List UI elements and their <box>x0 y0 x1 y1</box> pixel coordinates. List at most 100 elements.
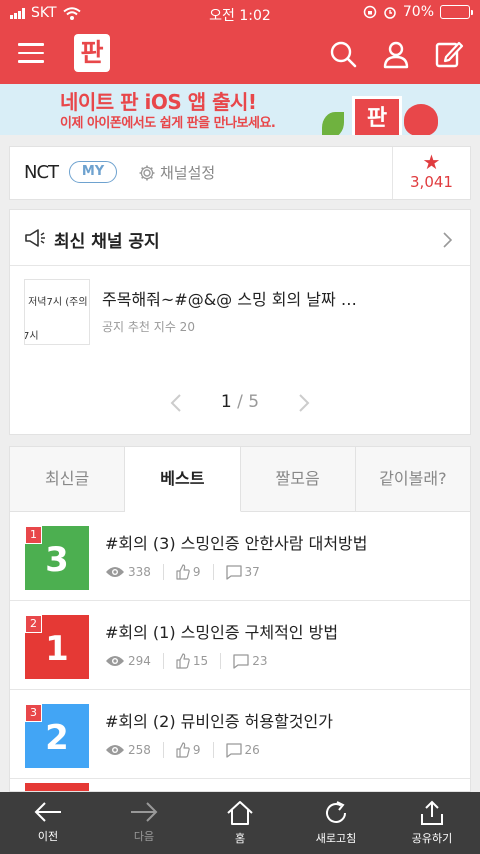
view-count: 294 <box>128 654 151 668</box>
post-title: #회의 (3) 스밍인증 안한사람 대처방법 <box>105 534 368 553</box>
notice-header[interactable]: 최신 채널 공지 <box>10 210 470 266</box>
like-count: 9 <box>192 743 201 757</box>
notice-title: 최신 채널 공지 <box>54 232 160 252</box>
channel-settings-button[interactable]: 채널설정 <box>138 162 215 183</box>
eye-icon <box>106 567 124 577</box>
notice-thumbnail: ) 저녁7시 (주의 7시 <box>24 279 90 345</box>
post-title: #회의 (1) 스밍인증 구체적인 방법 <box>105 623 339 642</box>
comment-stat: 37 <box>225 564 272 580</box>
post-stats: 338 9 37 <box>105 564 284 580</box>
comment-icon <box>225 564 242 580</box>
post-row[interactable]: 1 3 #회의 (3) 스밍인증 안한사람 대처방법 338 9 37 <box>10 512 470 601</box>
comment-icon <box>233 653 249 669</box>
ios-app-banner[interactable]: 네이트 판 iOS 앱 출시! 이제 아이폰에서도 쉽게 판을 만나보세요. 판 <box>0 84 480 135</box>
tab-best[interactable]: 베스트 <box>125 447 241 512</box>
my-badge[interactable]: MY <box>69 161 117 183</box>
post-tabs: 최신글 베스트 짤모음 같이볼래? <box>10 447 470 512</box>
view-count: 338 <box>128 565 151 579</box>
nav-row: 판 <box>0 26 480 84</box>
page-indicator: 1 / 5 <box>10 392 470 412</box>
status-right: 70% <box>363 4 473 20</box>
view-stat: 338 <box>105 564 164 580</box>
thumb-text-line2: 7시 <box>24 331 39 342</box>
search-icon[interactable] <box>328 39 358 69</box>
menu-icon[interactable] <box>18 43 44 63</box>
star-icon: ★ <box>422 150 441 174</box>
tab-latest[interactable]: 최신글 <box>10 447 126 512</box>
thumbs-up-icon <box>176 742 190 758</box>
thumbnail-number: 2 <box>45 718 69 758</box>
arrow-right-icon <box>131 802 158 822</box>
refresh-button[interactable]: 새로고침 <box>288 792 384 854</box>
comment-icon <box>225 742 242 758</box>
notice-item-title: 주목해줘~#@&@ 스밍 회의 날짜 … <box>102 290 357 309</box>
post-row[interactable]: 3 2 #회의 (2) 뮤비인증 허용할것인가 258 9 26 <box>10 690 470 779</box>
leaf-decoration <box>322 112 344 135</box>
share-icon <box>421 800 443 825</box>
forward-label: 다음 <box>133 830 155 843</box>
browser-toolbar: 이전 다음 홈 새로고침 공유하기 <box>0 792 480 854</box>
like-stat: 9 <box>176 564 214 580</box>
rank-badge: 1 <box>25 526 42 544</box>
arrow-left-icon <box>34 802 61 822</box>
tab-images[interactable]: 짤모음 <box>240 447 356 512</box>
app-header: SKT 오전 1:02 70% 판 <box>0 0 480 84</box>
like-count: 15 <box>192 654 209 668</box>
comment-count: 37 <box>244 565 260 579</box>
back-label: 이전 <box>37 830 59 843</box>
home-icon <box>227 801 253 825</box>
rank-badge: 2 <box>25 615 42 633</box>
notice-item-meta: 공지 추천 지수 20 <box>102 320 195 334</box>
rank-badge: 3 <box>25 704 42 722</box>
channel-name[interactable]: NCT <box>24 162 59 183</box>
post-thumbnail: 3 2 <box>25 704 89 768</box>
channel-card: NCT MY 채널설정 ★ 3,041 <box>9 146 471 200</box>
pann-logo[interactable]: 판 <box>74 34 110 72</box>
eye-icon <box>106 656 124 666</box>
comment-stat: 23 <box>233 653 279 669</box>
view-stat: 294 <box>105 653 164 669</box>
share-label: 공유하기 <box>411 832 453 845</box>
thumbnail-number: 3 <box>45 540 69 580</box>
post-thumbnail: 1 3 <box>25 526 89 590</box>
post-stats: 294 15 23 <box>105 653 291 669</box>
like-stat: 15 <box>176 653 222 669</box>
total-pages: / 5 <box>231 392 260 412</box>
post-row[interactable]: 2 1 #회의 (1) 스밍인증 구체적인 방법 294 15 23 <box>10 601 470 690</box>
post-thumbnail-partial <box>25 783 89 791</box>
favorite-button[interactable]: ★ 3,041 <box>392 147 470 199</box>
banner-title: 네이트 판 iOS 앱 출시! <box>60 90 257 114</box>
battery-icon <box>440 5 473 19</box>
rotation-lock-icon <box>363 5 377 19</box>
like-count: 9 <box>192 565 201 579</box>
share-button[interactable]: 공유하기 <box>384 792 480 854</box>
thumbs-up-icon <box>176 564 190 580</box>
alarm-icon <box>384 7 396 19</box>
thumbnail-number: 1 <box>45 629 69 669</box>
next-page-icon[interactable] <box>298 393 310 413</box>
notice-pager: 1 / 5 <box>10 390 470 414</box>
like-stat: 9 <box>176 742 214 758</box>
post-thumbnail: 2 1 <box>25 615 89 679</box>
banner-logo: 판 <box>352 96 402 135</box>
forward-button[interactable]: 다음 <box>96 792 192 854</box>
post-row-partial[interactable] <box>10 779 470 791</box>
tab-watch-together[interactable]: 같이볼래? <box>355 447 470 512</box>
status-bar: SKT 오전 1:02 70% <box>0 0 480 26</box>
gear-icon <box>139 165 155 180</box>
comment-count: 23 <box>252 654 268 668</box>
notice-card: 최신 채널 공지 ) 저녁7시 (주의 7시 주목해줘~#@&@ 스밍 회의 날… <box>9 209 471 435</box>
comment-stat: 26 <box>225 742 272 758</box>
notice-item[interactable]: ) 저녁7시 (주의 7시 주목해줘~#@&@ 스밍 회의 날짜 … 공지 추천… <box>10 266 470 356</box>
post-list-card: 최신글 베스트 짤모음 같이볼래? 1 3 #회의 (3) 스밍인증 안한사람 … <box>9 446 471 792</box>
favorite-count: 3,041 <box>410 173 453 191</box>
home-button[interactable]: 홈 <box>192 792 288 854</box>
refresh-icon <box>326 801 346 823</box>
back-button[interactable]: 이전 <box>0 792 96 854</box>
chevron-right-icon <box>443 232 452 248</box>
thumb-text-line1: ) 저녁7시 (주의 <box>24 297 88 308</box>
user-icon[interactable] <box>381 39 411 69</box>
home-label: 홈 <box>234 832 246 845</box>
thumbs-up-icon <box>176 653 190 669</box>
write-icon[interactable] <box>434 39 464 69</box>
